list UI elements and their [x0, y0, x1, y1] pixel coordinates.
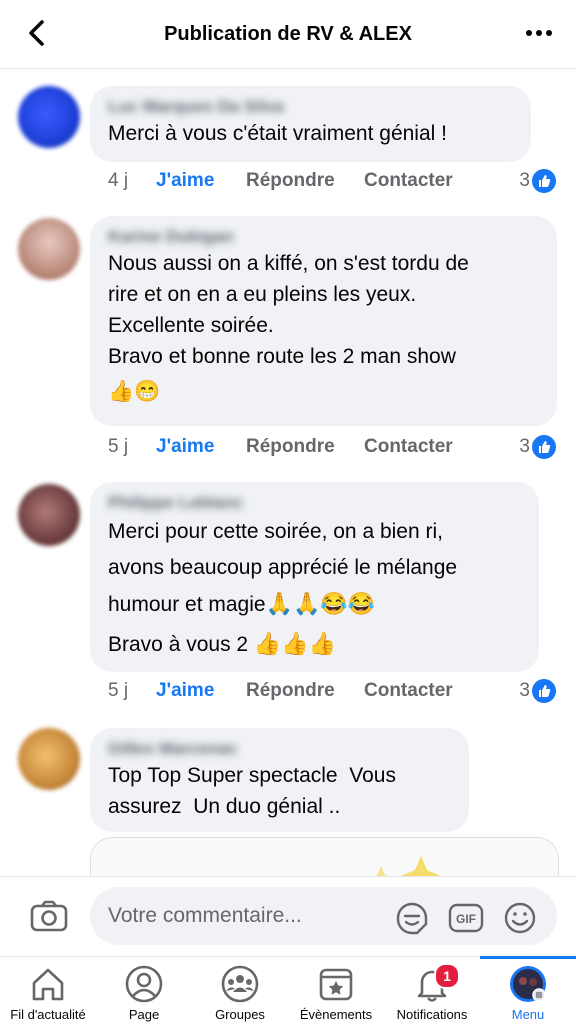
thumbs-up-icon[interactable]	[530, 677, 558, 705]
bottom-tab-bar: Fil d'actualité Page Groupes Évènements	[0, 956, 576, 1025]
home-icon	[32, 968, 64, 1001]
avatar[interactable]	[18, 86, 80, 148]
person-icon	[125, 965, 163, 1003]
calendar-icon	[319, 968, 353, 1001]
avatar[interactable]	[18, 218, 80, 280]
thumbs-up-icon[interactable]	[530, 167, 558, 195]
reply-button[interactable]: Répondre	[246, 170, 364, 192]
top-bar: Publication de RV & ALEX	[0, 0, 576, 69]
tab-menu[interactable]: Menu	[480, 956, 576, 1025]
comment-actions: 4 j J'aime Répondre Contacter 3	[108, 166, 558, 196]
comment-bubble: Philippe Leblanc Merci pour cette soirée…	[90, 482, 539, 672]
page-title: Publication de RV & ALEX	[164, 22, 412, 45]
emoji-reaction-text: 👍😁	[108, 380, 161, 403]
like-button[interactable]: J'aime	[156, 170, 246, 192]
back-icon[interactable]	[22, 18, 52, 48]
tab-notifications[interactable]: 1 Notifications	[384, 957, 480, 1025]
emoji-reaction-text: 👍👍👍	[253, 631, 337, 656]
reaction-count[interactable]: 3	[519, 680, 530, 702]
tab-news-feed[interactable]: Fil d'actualité	[0, 957, 96, 1025]
comment-time: 4 j	[108, 170, 129, 191]
emoji-reaction-text: 🙏🙏😂😂	[265, 591, 376, 616]
svg-text:GIF: GIF	[456, 912, 476, 926]
camera-icon[interactable]	[30, 899, 68, 933]
comment-bubble: Gilles Marcenac Top Top Super spectacle …	[90, 728, 469, 832]
tab-events[interactable]: Évènements	[288, 957, 384, 1025]
comment-bubble: Karine Dubigan Nous aussi on a kiffé, on…	[90, 216, 557, 426]
thumbs-up-icon[interactable]	[530, 433, 558, 461]
tab-label: Fil d'actualité	[10, 1007, 86, 1022]
contact-button[interactable]: Contacter	[364, 680, 453, 702]
profile-menu-icon	[510, 966, 546, 1002]
reply-button[interactable]: Répondre	[246, 436, 364, 458]
reaction-count[interactable]: 3	[519, 436, 530, 458]
sticker-icon[interactable]	[394, 901, 430, 935]
comment-text-line: Bravo à vous 2 👍👍👍	[108, 623, 521, 666]
reply-button[interactable]: Répondre	[246, 680, 364, 702]
tab-label: Page	[128, 1007, 160, 1022]
comment-text-second: Bravo à vous 2	[108, 633, 254, 656]
commenter-name[interactable]: Gilles Marcenac	[108, 738, 451, 760]
comment-text: Merci pour cette soirée, on a bien ri, a…	[108, 514, 521, 623]
comment-text: Merci à vous c'était vraiment génial !	[108, 122, 447, 145]
active-tab-indicator	[480, 956, 576, 959]
groups-icon	[221, 965, 259, 1003]
like-button[interactable]: J'aime	[156, 436, 246, 458]
gif-icon[interactable]: GIF	[448, 901, 484, 935]
more-options-icon[interactable]	[526, 30, 552, 36]
comment-time: 5 j	[108, 436, 129, 457]
comment-time: 5 j	[108, 680, 129, 701]
comment-composer: Votre commentaire... GIF	[0, 876, 576, 957]
avatar[interactable]	[18, 484, 80, 546]
comment-placeholder: Votre commentaire...	[108, 904, 302, 927]
notification-badge: 1	[434, 963, 460, 989]
comment-text: Nous aussi on a kiffé, on s'est tordu de…	[108, 252, 469, 368]
composer-tools: GIF	[394, 901, 538, 935]
reaction-count[interactable]: 3	[519, 170, 530, 192]
comment-actions: 5 j J'aime Répondre Contacter 3	[108, 676, 558, 706]
commenter-name[interactable]: Luc Marques Da Silva	[108, 96, 513, 118]
tab-label: Menu	[511, 1007, 545, 1022]
tab-groups[interactable]: Groupes	[192, 957, 288, 1025]
commenter-name[interactable]: Philippe Leblanc	[108, 492, 521, 514]
avatar[interactable]	[18, 728, 80, 790]
comment-actions: 5 j J'aime Répondre Contacter 3	[108, 432, 558, 462]
like-button[interactable]: J'aime	[156, 680, 246, 702]
tab-label: Notifications	[396, 1007, 468, 1022]
comment-bubble: Luc Marques Da Silva Merci à vous c'étai…	[90, 86, 531, 162]
tab-label: Groupes	[215, 1007, 265, 1022]
tab-page[interactable]: Page	[96, 957, 192, 1025]
commenter-name[interactable]: Karine Dubigan	[108, 226, 539, 248]
tab-label: Évènements	[299, 1007, 373, 1022]
contact-button[interactable]: Contacter	[364, 170, 453, 192]
emoji-icon[interactable]	[502, 901, 538, 935]
comment-text: Top Top Super spectacle Vous assurez Un …	[108, 764, 396, 818]
contact-button[interactable]: Contacter	[364, 436, 453, 458]
